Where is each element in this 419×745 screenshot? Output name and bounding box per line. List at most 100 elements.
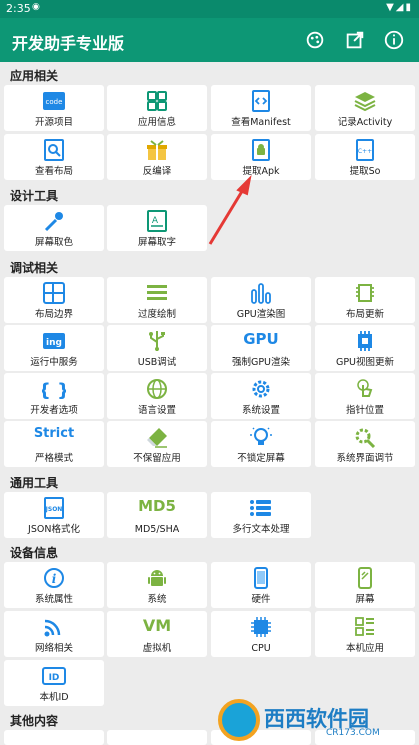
svg-text:A: A xyxy=(152,216,159,226)
tile-label: 查看布局 xyxy=(34,166,73,177)
tile-manifest[interactable]: 查看Manifest xyxy=(211,85,311,131)
tile-color-pick[interactable]: 屏幕取色 xyxy=(4,205,104,251)
section-debug: 调试相关 xyxy=(10,261,59,275)
tile-system-ui-tuner[interactable]: 系统界面调节 xyxy=(315,421,415,467)
tile-label: 本机ID xyxy=(39,692,69,703)
search-layout-icon xyxy=(42,139,66,161)
tile-no-keep-activities[interactable]: 不保留应用 xyxy=(107,421,207,467)
apk-file-icon xyxy=(249,139,273,161)
tile-language[interactable]: 语言设置 xyxy=(107,373,207,419)
tile-extract-apk[interactable]: 提取Apk xyxy=(211,134,311,180)
tile-system-settings[interactable]: 系统设置 xyxy=(211,373,311,419)
tile-running-services[interactable]: ing 运行中服务 xyxy=(4,325,104,371)
tile-label: USB调试 xyxy=(137,357,177,368)
tile-label: 布局边界 xyxy=(34,309,73,320)
wifi-icon xyxy=(42,616,66,638)
tile-hardware[interactable]: 硬件 xyxy=(211,562,311,608)
tile-system[interactable]: 系统 xyxy=(107,562,207,608)
tile-stay-awake[interactable]: 不锁定屏幕 xyxy=(211,421,311,467)
tile-view-layout[interactable]: 查看布局 xyxy=(4,134,104,180)
tile-other-2[interactable] xyxy=(107,730,207,745)
tile-text-pick[interactable]: A 屏幕取字 xyxy=(107,205,207,251)
tile-label: 记录Activity xyxy=(337,117,393,128)
tile-label: 开发者选项 xyxy=(30,405,78,416)
tile-label: 布局更新 xyxy=(345,309,384,320)
tile-pointer-location[interactable]: 指针位置 xyxy=(315,373,415,419)
tile-device-id[interactable]: ID 本机ID xyxy=(4,660,104,706)
tile-label: 运行中服务 xyxy=(30,357,78,368)
tile-local-apps[interactable]: 本机应用 xyxy=(315,611,415,657)
section-general: 通用工具 xyxy=(10,476,59,490)
tile-label: 查看Manifest xyxy=(231,117,291,128)
layout-bounds-icon xyxy=(42,282,66,304)
tile-label: 多行文本处理 xyxy=(232,524,290,535)
tile-label: GPU渲染图 xyxy=(236,309,286,320)
tile-label: 系统属性 xyxy=(34,594,73,605)
eraser-icon xyxy=(145,426,169,448)
grid-icon xyxy=(145,90,169,112)
tile-label: 强制GPU渲染 xyxy=(231,357,291,368)
tile-label: 屏幕 xyxy=(355,594,375,605)
tile-json-format[interactable]: JSON JSON格式化 xyxy=(4,492,104,538)
tile-network[interactable]: 网络相关 xyxy=(4,611,104,657)
md5-icon: MD5 xyxy=(138,497,176,515)
svg-text:C++: C++ xyxy=(358,148,372,155)
tile-label: GPU视图更新 xyxy=(335,357,395,368)
cpu-icon xyxy=(249,616,273,638)
tile-app-info[interactable]: 应用信息 xyxy=(107,85,207,131)
tile-multiline-text[interactable]: 多行文本处理 xyxy=(211,492,311,538)
tile-record-activity[interactable]: 记录Activity xyxy=(315,85,415,131)
tile-other-1[interactable] xyxy=(4,730,104,745)
tile-vm[interactable]: VM 虚拟机 xyxy=(107,611,207,657)
tile-gpu-view-update[interactable]: GPU视图更新 xyxy=(315,325,415,371)
tile-cpu[interactable]: CPU xyxy=(211,611,311,657)
ing-icon: ing xyxy=(42,330,66,352)
tile-gpu-render[interactable]: GPU渲染图 xyxy=(211,277,311,323)
share-icon[interactable] xyxy=(344,29,366,51)
info-icon[interactable] xyxy=(383,29,405,51)
tile-label: 系统设置 xyxy=(241,405,280,416)
gift-box-icon xyxy=(145,139,169,161)
tile-layout-update[interactable]: 布局更新 xyxy=(315,277,415,323)
tile-label: 虚拟机 xyxy=(142,643,172,654)
theme-icon[interactable] xyxy=(304,29,326,51)
tile-dev-options[interactable]: { } 开发者选项 xyxy=(4,373,104,419)
ing-icon-text: ing xyxy=(46,338,62,348)
tile-label: 严格模式 xyxy=(34,453,73,464)
hamburger-icon xyxy=(145,282,169,304)
tile-overdraw[interactable]: 过度绘制 xyxy=(107,277,207,323)
tile-extract-so[interactable]: C++ 提取So xyxy=(315,134,415,180)
svg-text:i: i xyxy=(52,572,57,586)
text-capture-icon: A xyxy=(145,210,169,232)
tile-strict-mode[interactable]: Strict 严格模式 xyxy=(4,421,104,467)
tile-label: 应用信息 xyxy=(137,117,176,128)
strict-icon: Strict xyxy=(33,426,75,441)
tile-md5-sha[interactable]: MD5 MD5/SHA xyxy=(107,492,207,538)
tile-screen[interactable]: 屏幕 xyxy=(315,562,415,608)
phone-icon xyxy=(249,567,273,589)
wrench-gear-icon xyxy=(353,426,377,448)
tile-label: 反编译 xyxy=(142,166,172,177)
vm-icon: VM xyxy=(142,616,172,635)
tile-usb-debug[interactable]: USB调试 xyxy=(107,325,207,371)
app-bar: 开发助手专业版 xyxy=(0,18,419,62)
tile-open-source[interactable]: code 开源项目 xyxy=(4,85,104,131)
json-icon-text: JSON xyxy=(45,506,63,513)
tile-label: 屏幕取色 xyxy=(34,237,73,248)
cpp-file-icon: C++ xyxy=(353,139,377,161)
tile-label: 不锁定屏幕 xyxy=(237,453,285,464)
tile-decompile[interactable]: 反编译 xyxy=(107,134,207,180)
screen-icon xyxy=(353,567,377,589)
tile-label: 过度绘制 xyxy=(137,309,176,320)
section-design: 设计工具 xyxy=(10,189,59,203)
tile-layout-bounds[interactable]: 布局边界 xyxy=(4,277,104,323)
id-icon-text: ID xyxy=(49,673,60,683)
gear-icon xyxy=(249,378,273,400)
watermark-logo xyxy=(218,699,260,741)
section-device: 设备信息 xyxy=(10,546,59,560)
tile-force-gpu[interactable]: GPU 强制GPU渲染 xyxy=(211,325,311,371)
tile-sys-props[interactable]: i 系统属性 xyxy=(4,562,104,608)
tile-label: 不保留应用 xyxy=(133,453,181,464)
tile-label: 系统界面调节 xyxy=(336,453,394,464)
eyedropper-icon xyxy=(42,210,66,232)
